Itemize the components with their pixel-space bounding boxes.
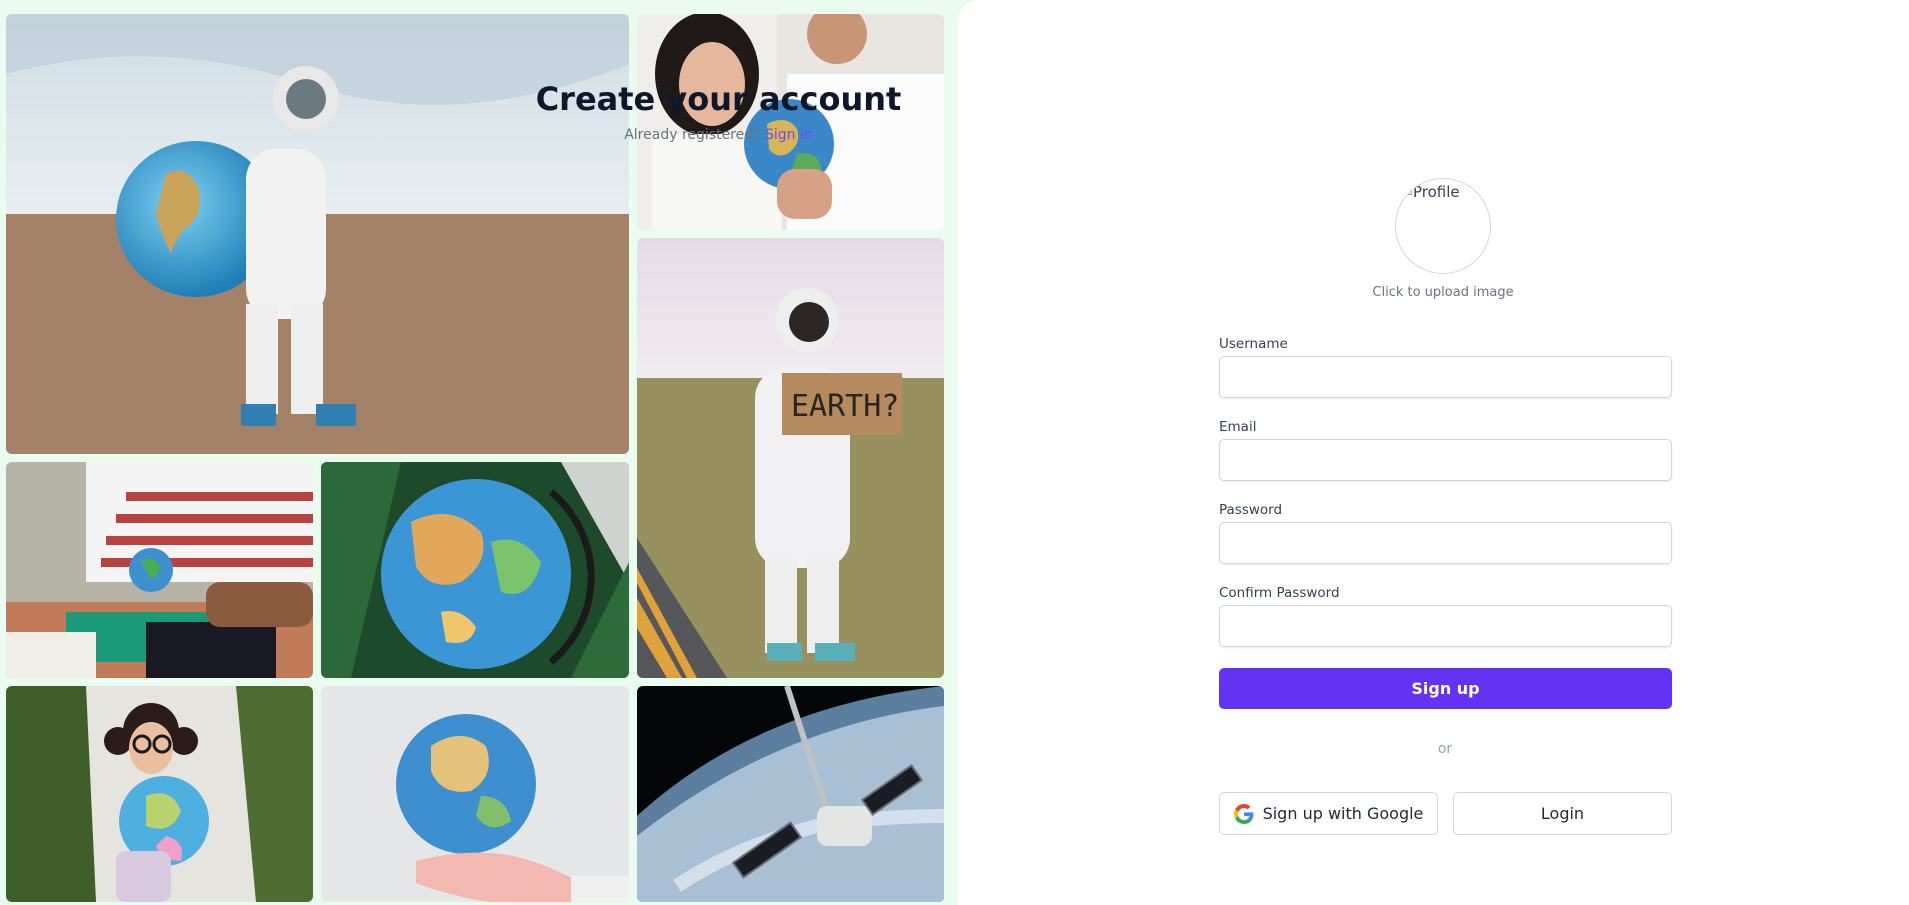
already-registered-text: Already registered? Sign in: [0, 127, 1437, 143]
profile-image-upload[interactable]: Profile: [1395, 178, 1491, 274]
upload-hint: Click to upload image: [1372, 285, 1514, 300]
page-title: Create your account: [535, 80, 902, 118]
username-input[interactable]: [1219, 356, 1672, 398]
password-label: Password: [1219, 502, 1283, 518]
sign-up-button[interactable]: Sign up: [1219, 668, 1672, 709]
email-input[interactable]: [1219, 439, 1672, 481]
confirm-password-input[interactable]: [1219, 605, 1672, 647]
login-button[interactable]: Login: [1453, 792, 1672, 835]
username-label: Username: [1219, 336, 1288, 352]
email-label: Email: [1219, 419, 1257, 435]
astronaut-with-earth-sign-photo: EARTH?: [637, 238, 944, 678]
google-sign-up-label: Sign up with Google: [1262, 804, 1424, 823]
broken-image-icon: Profile: [1406, 183, 1460, 201]
child-crafting-paper-earth-photo: [6, 462, 313, 678]
couple-holding-globe-photo: [637, 14, 944, 230]
or-divider: or: [1437, 741, 1453, 757]
confirm-password-label: Confirm Password: [1219, 585, 1340, 601]
desk-globe-photo: [321, 462, 629, 678]
girl-with-inflatable-globe-photo: [6, 686, 313, 902]
password-input[interactable]: [1219, 522, 1672, 564]
sign-in-link[interactable]: Sign in: [765, 127, 813, 143]
spacecraft-over-earth-photo: [637, 686, 944, 902]
profile-alt-text: Profile: [1413, 183, 1460, 201]
google-g-icon: [1233, 803, 1253, 824]
svg-text:EARTH?: EARTH?: [791, 389, 899, 424]
google-sign-up-button[interactable]: Sign up with Google: [1219, 792, 1438, 835]
already-registered-label: Already registered?: [624, 127, 761, 143]
hand-holding-globe-photo: [321, 686, 629, 902]
